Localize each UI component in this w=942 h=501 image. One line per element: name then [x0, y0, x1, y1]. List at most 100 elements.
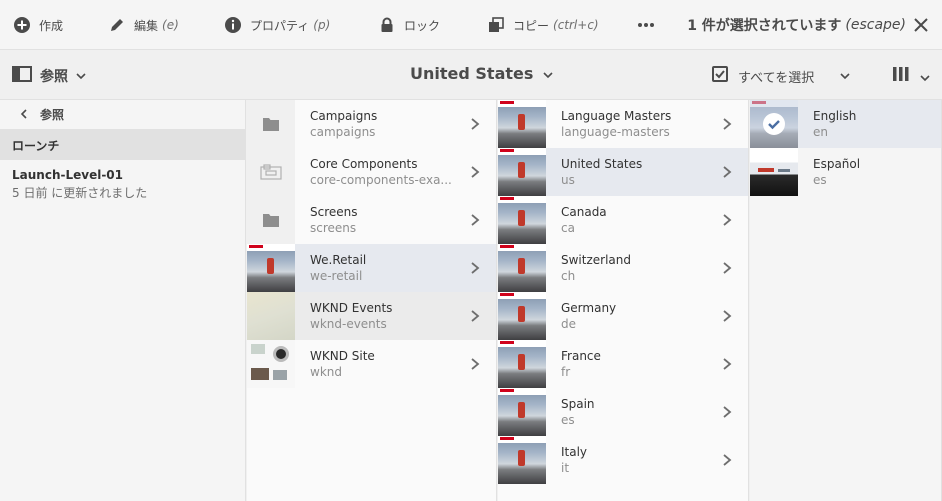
chevron-right-icon — [471, 358, 480, 370]
miller-column-2: Language Masters language-masters United … — [498, 100, 749, 501]
rail-label: 参照 — [40, 69, 68, 85]
more-actions-button[interactable] — [637, 0, 663, 50]
thumbnail-image — [498, 388, 546, 436]
edit-button[interactable]: 編集 (e) — [108, 0, 179, 50]
list-item[interactable]: Canada ca — [498, 196, 748, 244]
selection-status: 1 件が選択されています (escape) — [687, 0, 906, 50]
chevron-right-icon — [723, 166, 732, 178]
checkmark-icon[interactable] — [763, 113, 785, 135]
copy-button[interactable]: コピー (ctrl+c) — [487, 0, 599, 50]
create-label: 作成 — [39, 18, 64, 33]
properties-shortcut: (p) — [313, 18, 331, 32]
rail-back-button[interactable]: 参照 — [0, 100, 245, 130]
more-icon — [637, 16, 655, 34]
thumbnail-image — [247, 292, 295, 340]
chevron-down-icon — [543, 64, 553, 83]
lock-button[interactable]: ロック — [378, 0, 440, 50]
thumbnail-image — [247, 244, 295, 292]
view-switcher-button[interactable] — [892, 66, 930, 86]
list-item[interactable]: Screens screens — [247, 196, 496, 244]
item-title: Español — [813, 157, 861, 171]
lock-label: ロック — [404, 18, 441, 33]
list-item-selected[interactable]: English en — [750, 100, 941, 148]
thumbnail-image — [498, 292, 546, 340]
chevron-right-icon — [471, 166, 480, 178]
edit-label: 編集 — [134, 18, 159, 33]
checkbox-icon — [712, 66, 728, 86]
thumbnail-image — [498, 340, 546, 388]
miller-column-3: English en Español es — [750, 100, 942, 501]
thumbnail-image — [498, 244, 546, 292]
selection-shortcut: (escape) — [845, 17, 906, 33]
create-button[interactable]: 作成 — [13, 0, 63, 50]
rail-toggle-button[interactable]: 参照 — [12, 66, 86, 86]
select-all-button[interactable]: すべてを選択 — [712, 66, 850, 86]
info-icon — [224, 16, 242, 34]
page-title-dropdown[interactable]: United States — [410, 64, 553, 83]
thumbnail-image — [750, 148, 798, 196]
thumbnail-image — [750, 100, 798, 148]
chevron-right-icon — [471, 214, 480, 226]
edit-shortcut: (e) — [162, 18, 179, 32]
properties-label: プロパティ — [250, 18, 310, 33]
page-title: United States — [410, 64, 534, 83]
chevron-right-icon — [723, 406, 732, 418]
copy-shortcut: (ctrl+c) — [553, 18, 599, 32]
list-item[interactable]: WKND Site wknd — [247, 340, 496, 388]
folder-icon — [247, 196, 295, 244]
item-subtitle: es — [813, 173, 827, 187]
thumbnail-image — [498, 436, 546, 484]
thumbnail-image — [498, 148, 546, 196]
miller-column-1: Campaigns campaigns Core Components core-c… — [247, 100, 497, 501]
thumbnail-image — [498, 196, 546, 244]
list-item[interactable]: United States us — [498, 148, 748, 196]
launch-item[interactable]: Launch-Level-01 5 日前 に更新されました — [0, 160, 245, 209]
chevron-down-icon — [76, 68, 86, 84]
chevron-right-icon — [723, 310, 732, 322]
chevron-right-icon — [723, 358, 732, 370]
chevron-right-icon — [471, 262, 480, 274]
thumbnail-image — [498, 100, 546, 148]
select-all-label: すべてを選択 — [738, 70, 815, 86]
chevron-right-icon — [723, 214, 732, 226]
column-view-icon — [892, 66, 910, 86]
list-item[interactable]: Switzerland ch — [498, 244, 748, 292]
chevron-right-icon — [723, 262, 732, 274]
list-item[interactable]: Spain es — [498, 388, 748, 436]
toolbar: 参照 United States すべてを選択 — [0, 50, 942, 100]
folder-icon — [247, 100, 295, 148]
chevron-right-icon — [471, 310, 480, 322]
copy-icon — [487, 16, 505, 34]
chevron-left-icon — [20, 108, 28, 122]
launch-name: Launch-Level-01 — [12, 168, 124, 182]
pencil-icon — [108, 16, 126, 34]
chevron-down-icon — [920, 67, 930, 86]
close-icon[interactable] — [912, 16, 930, 34]
thumbnail-image — [247, 340, 295, 388]
chevron-right-icon — [723, 118, 732, 130]
list-item[interactable]: WKND Events wknd-events — [247, 292, 496, 340]
list-item[interactable]: France fr — [498, 340, 748, 388]
sidebar-icon — [12, 66, 32, 86]
list-item[interactable]: Campaigns campaigns — [247, 100, 496, 148]
list-item[interactable]: Italy it — [498, 436, 748, 484]
component-icon — [247, 148, 295, 196]
list-item[interactable]: Germany de — [498, 292, 748, 340]
chevron-right-icon — [471, 118, 480, 130]
list-item[interactable]: Español es — [750, 148, 941, 196]
launch-modified: 5 日前 に更新されました — [12, 186, 148, 200]
copy-label: コピー — [513, 18, 550, 33]
chevron-right-icon — [723, 454, 732, 466]
rail-back-label: 参照 — [40, 108, 65, 122]
add-circle-icon — [13, 16, 31, 34]
list-item[interactable]: Language Masters language-masters — [498, 100, 748, 148]
action-bar: 作成 編集 (e) プロパティ (p) ロック コピー (ctrl+c) 1 件… — [0, 0, 942, 50]
item-subtitle: en — [813, 125, 828, 139]
item-title: English — [813, 109, 857, 123]
list-item[interactable]: We.Retail we-retail — [247, 244, 496, 292]
properties-button[interactable]: プロパティ (p) — [224, 0, 330, 50]
left-rail: 参照 ローンチ Launch-Level-01 5 日前 に更新されました — [0, 100, 246, 501]
rail-section-header: ローンチ — [0, 130, 245, 160]
selection-count: 1 件が選択されています — [687, 18, 842, 34]
list-item[interactable]: Core Components core-components-exa... — [247, 148, 496, 196]
